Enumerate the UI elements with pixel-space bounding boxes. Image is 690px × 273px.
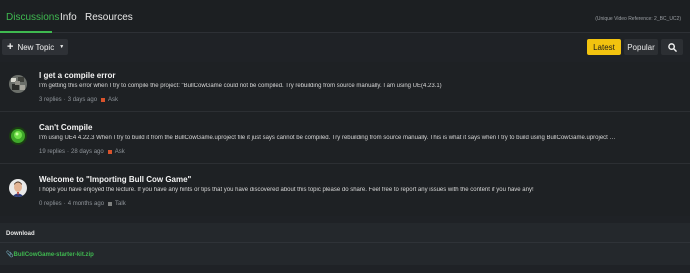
topic-list: I get a compile error I'm getting this e…: [0, 62, 690, 216]
tab-resources[interactable]: Resources: [85, 12, 133, 23]
download-link-label: BullCowGame-starter-kit.zip: [13, 252, 94, 258]
popular-button[interactable]: Popular: [624, 39, 658, 55]
category-label[interactable]: Ask: [115, 149, 125, 155]
tab-discussions[interactable]: Discussions: [6, 12, 59, 23]
topic-age: 3 days ago: [67, 97, 98, 103]
topic-excerpt: I'm getting this error when I try to com…: [39, 83, 442, 89]
reply-count: 0 replies: [39, 201, 62, 207]
topic-meta: 19 replies · 28 days ago Ask: [39, 149, 125, 155]
search-icon: [667, 42, 677, 52]
topic-excerpt: I'm using UE4 4.22.3 When I try to build…: [39, 135, 616, 141]
topic-title[interactable]: I get a compile error: [39, 71, 115, 80]
topic-age: 28 days ago: [71, 149, 104, 155]
topic-row[interactable]: Can't Compile I'm using UE4 4.22.3 When …: [0, 114, 690, 164]
new-topic-button[interactable]: + New Topic ▼: [2, 39, 68, 55]
topic-toolbar: + New Topic ▼ Latest Popular: [0, 33, 690, 61]
topic-row[interactable]: Welcome to "Importing Bull Cow Game" I h…: [0, 166, 690, 216]
topic-meta: 3 replies · 3 days ago Ask: [39, 97, 119, 103]
topic-title[interactable]: Welcome to "Importing Bull Cow Game": [39, 175, 191, 184]
category-color-swatch: [107, 150, 112, 154]
search-button[interactable]: [661, 39, 683, 55]
download-link[interactable]: 📎BullCowGame-starter-kit.zip: [6, 251, 94, 258]
avatar: [9, 127, 27, 145]
tab-info[interactable]: Info: [60, 12, 77, 23]
avatar: [9, 179, 27, 197]
download-panel: Download 📎BullCowGame-starter-kit.zip: [0, 223, 690, 265]
tab-bar: Discussions Info Resources (Unique Video…: [0, 0, 690, 33]
category-color-swatch: [108, 202, 113, 206]
avatar: [9, 75, 27, 93]
topic-title[interactable]: Can't Compile: [39, 123, 92, 132]
divider: [0, 242, 690, 243]
topic-meta: 0 replies · 4 months ago Talk: [39, 201, 126, 207]
latest-button[interactable]: Latest: [587, 39, 621, 55]
category-label[interactable]: Talk: [115, 201, 126, 207]
topic-row[interactable]: I get a compile error I'm getting this e…: [0, 62, 690, 112]
reply-count: 19 replies: [39, 149, 66, 155]
reply-count: 3 replies: [39, 97, 62, 103]
topic-age: 4 months ago: [67, 201, 105, 207]
new-topic-label: New Topic: [17, 42, 55, 52]
chevron-down-icon: ▼: [59, 44, 65, 50]
download-heading: Download: [6, 231, 35, 237]
video-reference: (Unique Video Reference: 2_BC_UC2): [595, 16, 681, 22]
topic-excerpt: I hope you have enjoyed the lecture. If …: [39, 187, 534, 193]
plus-icon: +: [7, 41, 14, 53]
category-label[interactable]: Ask: [108, 97, 118, 103]
category-color-swatch: [101, 98, 106, 102]
